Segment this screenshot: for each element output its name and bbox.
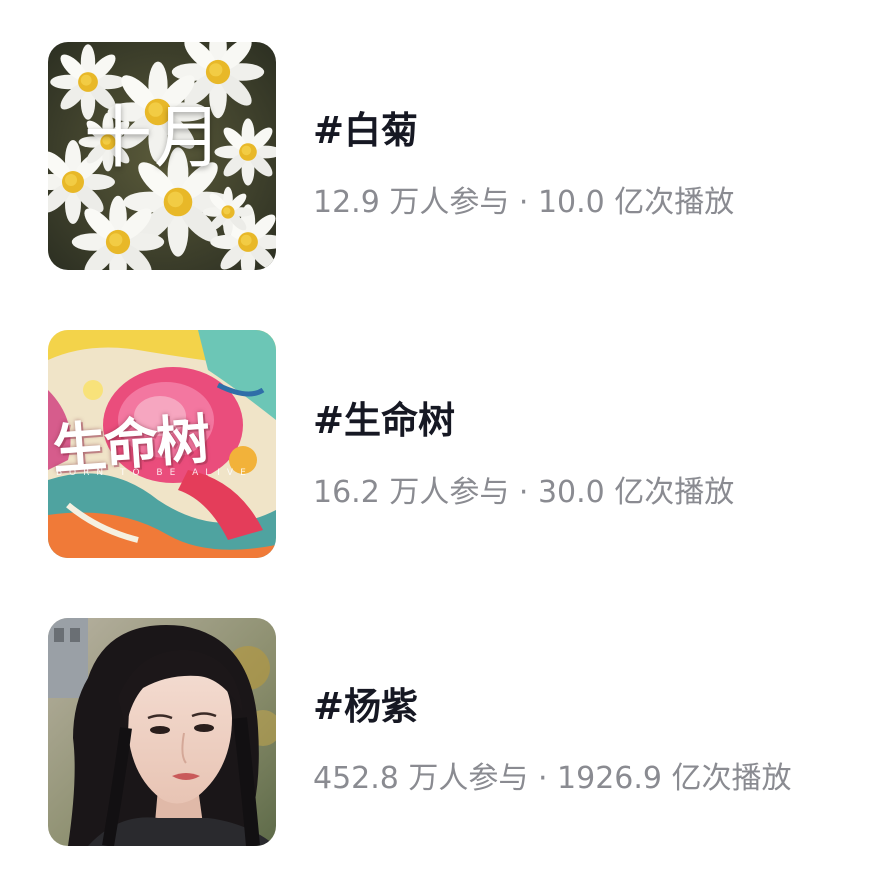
topic-stats: 452.8 万人参与 · 1926.9 亿次播放 — [313, 761, 792, 796]
topic-title[interactable]: #生命树 — [313, 390, 455, 444]
topic-title[interactable]: #白菊 — [313, 100, 418, 154]
topic-item-yangzi[interactable]: #杨紫 452.8 万人参与 · 1926.9 亿次播放 — [0, 618, 893, 848]
topic-thumbnail[interactable] — [48, 618, 276, 846]
topic-item-shengmingshu[interactable]: 生命树 BORN TO BE ALIVE #生命树 16.2 万人参与 · 30… — [0, 330, 893, 560]
topic-stats: 16.2 万人参与 · 30.0 亿次播放 — [313, 475, 735, 510]
thumbnail-subcaption: BORN TO BE ALIVE — [56, 468, 253, 478]
topic-thumbnail[interactable]: 生命树 BORN TO BE ALIVE — [48, 330, 276, 558]
thumbnail-caption: 十月 — [84, 99, 225, 178]
topic-thumbnail[interactable]: 十月 — [48, 42, 276, 270]
topic-list: 十月 #白菊 12.9 万人参与 · 10.0 亿次播放 生命树 BORN TO… — [0, 0, 893, 893]
topic-stats: 12.9 万人参与 · 10.0 亿次播放 — [313, 185, 735, 220]
topic-title[interactable]: #杨紫 — [313, 676, 418, 730]
woman-portrait-photo-icon — [48, 618, 276, 846]
topic-item-baiju[interactable]: 十月 #白菊 12.9 万人参与 · 10.0 亿次播放 — [0, 42, 893, 272]
